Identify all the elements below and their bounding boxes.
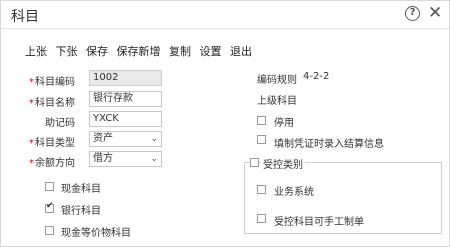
code-field[interactable]: 1002 bbox=[89, 70, 162, 86]
name-field[interactable]: 银行存款 bbox=[89, 91, 162, 107]
type-select[interactable]: 资产 ⌄ bbox=[89, 131, 162, 147]
help-icon[interactable]: ? bbox=[405, 6, 420, 21]
save-button[interactable]: 保存 bbox=[86, 43, 108, 59]
cash-account-checkbox[interactable] bbox=[45, 182, 54, 191]
controlled-category-title: 受控类别 bbox=[261, 156, 305, 171]
settlement-info-checkbox[interactable] bbox=[257, 135, 266, 144]
copy-button[interactable]: 复制 bbox=[169, 43, 191, 59]
bank-account-label: 银行科目 bbox=[61, 206, 101, 217]
cash-equivalent-label: 现金等价物科目 bbox=[61, 228, 131, 239]
bank-account-checkbox[interactable] bbox=[45, 201, 54, 213]
business-system-label: 业务系统 bbox=[274, 187, 314, 198]
toolbar: 上张 下张 保存 保存新增 复制 设置 退出 bbox=[25, 43, 257, 59]
business-system-checkbox[interactable] bbox=[257, 185, 266, 194]
type-label: *科目类型 bbox=[29, 138, 75, 149]
code-label: *科目编码 bbox=[29, 77, 75, 88]
settings-button[interactable]: 设置 bbox=[200, 43, 222, 59]
dialog-title: 科目 bbox=[11, 9, 39, 25]
prev-button[interactable]: 上张 bbox=[25, 43, 47, 59]
disable-label: 停用 bbox=[274, 118, 294, 129]
controlled-category-checkbox[interactable] bbox=[250, 158, 259, 167]
chevron-down-icon: ⌄ bbox=[150, 154, 158, 164]
cash-equivalent-checkbox[interactable] bbox=[45, 226, 54, 235]
direction-select[interactable]: 借方 ⌄ bbox=[89, 151, 162, 167]
save-new-button[interactable]: 保存新增 bbox=[117, 43, 161, 59]
chevron-down-icon: ⌄ bbox=[150, 134, 158, 144]
next-button[interactable]: 下张 bbox=[56, 43, 78, 59]
cash-account-label: 现金科目 bbox=[61, 184, 101, 195]
manual-voucher-checkbox[interactable] bbox=[257, 214, 266, 223]
parent-account-label: 上级科目 bbox=[257, 96, 297, 107]
code-rule-value: 4-2-2 bbox=[303, 71, 330, 82]
close-icon[interactable]: ✕ bbox=[428, 3, 442, 23]
mnemonic-label: 助记码 bbox=[45, 118, 75, 129]
disable-checkbox[interactable] bbox=[257, 116, 266, 125]
mnemonic-field[interactable]: YXCK bbox=[89, 111, 162, 127]
name-label: *科目名称 bbox=[29, 98, 75, 109]
exit-button[interactable]: 退出 bbox=[230, 43, 252, 59]
code-rule-label: 编码规则 bbox=[257, 75, 297, 86]
direction-label: *余额方向 bbox=[29, 158, 75, 169]
account-dialog: 科目 ? ✕ 上张 下张 保存 保存新增 复制 设置 退出 *科目编码 1002… bbox=[0, 0, 450, 247]
manual-voucher-label: 受控科目可手工制单 bbox=[274, 217, 364, 228]
settlement-info-label: 填制凭证时录入结算信息 bbox=[274, 139, 384, 150]
title-bar: 科目 ? ✕ bbox=[1, 1, 449, 29]
